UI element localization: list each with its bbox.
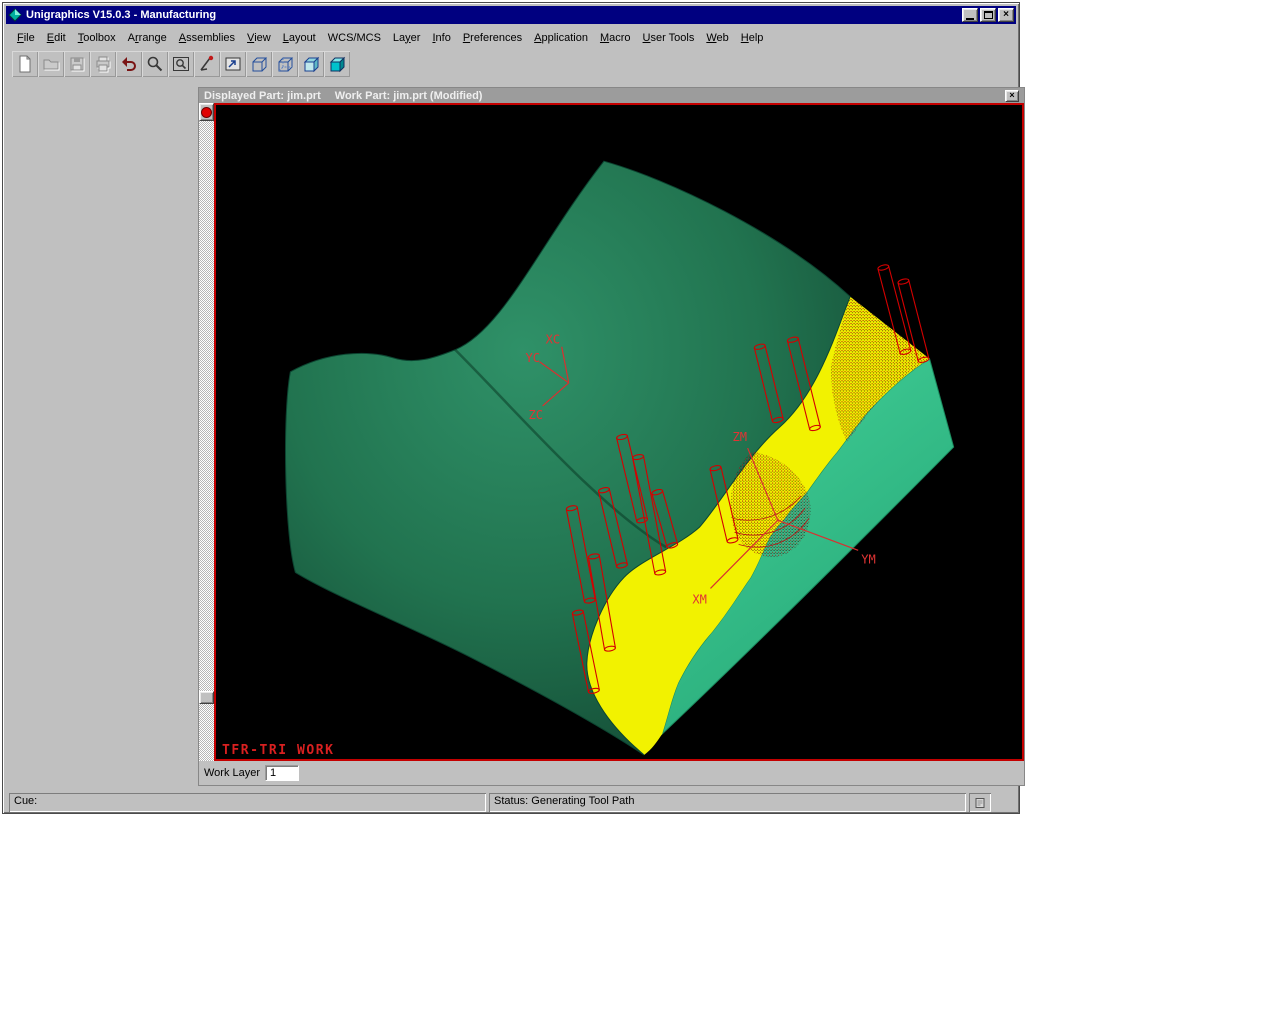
menubar: FileEditToolboxArrangeAssembliesViewLayo…: [11, 28, 1011, 47]
work-layer-label: Work Layer: [204, 767, 260, 779]
wireframe-cube-icon: [249, 54, 269, 74]
close-icon: ×: [1003, 10, 1009, 20]
shaded-cube-button[interactable]: [324, 51, 350, 77]
displayed-part-label: Displayed Part: jim.prt: [204, 90, 321, 102]
hidden-line-cube-button[interactable]: [272, 51, 298, 77]
undo-button[interactable]: [116, 51, 142, 77]
shaded-cube-icon: [327, 54, 347, 74]
undo-icon: [119, 54, 139, 74]
axis-label-yc: YC: [526, 351, 541, 365]
open-part-button[interactable]: [38, 51, 64, 77]
menu-macro[interactable]: Macro: [594, 30, 637, 46]
graphics-scrollbar-track[interactable]: [199, 121, 214, 761]
graphics-viewport[interactable]: XC YC ZC ZM YM XM TFR-TRI WORK: [214, 103, 1024, 761]
cue-field: Cue:: [9, 793, 486, 812]
drafting-tool-icon: [197, 54, 217, 74]
axis-label-zc: ZC: [529, 408, 544, 422]
scene-annotation: TFR-TRI WORK: [222, 743, 334, 758]
menu-arrange[interactable]: Arrange: [122, 30, 173, 46]
minimize-button[interactable]: [962, 8, 978, 22]
menu-layer[interactable]: Layer: [387, 30, 427, 46]
axis-label-xm: XM: [692, 593, 707, 607]
work-layer-input[interactable]: 1: [265, 765, 299, 781]
axis-label-xc: XC: [546, 333, 561, 347]
graphics-window: Displayed Part: jim.prt Work Part: jim.p…: [198, 87, 1025, 786]
zoom-window-button[interactable]: [168, 51, 194, 77]
window-title: Unigraphics V15.0.3 - Manufacturing: [26, 9, 962, 21]
new-part-button[interactable]: [12, 51, 38, 77]
save-part-button[interactable]: [64, 51, 90, 77]
menu-help[interactable]: Help: [735, 30, 770, 46]
menu-file[interactable]: File: [11, 30, 41, 46]
app-logo-icon: [8, 8, 22, 22]
hidden-line-cube-icon: [275, 54, 295, 74]
graphics-scroll-strip: [199, 103, 214, 761]
toolbar: [12, 50, 350, 78]
graphics-titlebar[interactable]: Displayed Part: jim.prt Work Part: jim.p…: [199, 88, 1024, 103]
save-part-icon: [67, 54, 87, 74]
axis-label-zm: ZM: [733, 430, 748, 444]
menu-application[interactable]: Application: [528, 30, 594, 46]
menu-wcs-mcs[interactable]: WCS/MCS: [322, 30, 387, 46]
menu-edit[interactable]: Edit: [41, 30, 72, 46]
menu-preferences[interactable]: Preferences: [457, 30, 528, 46]
minimize-icon: [966, 18, 974, 20]
menu-assemblies[interactable]: Assemblies: [173, 30, 241, 46]
titlebar[interactable]: Unigraphics V15.0.3 - Manufacturing ×: [6, 6, 1016, 24]
axis-label-ym: YM: [861, 552, 876, 566]
stop-icon: [201, 107, 212, 118]
app-window: Unigraphics V15.0.3 - Manufacturing × Fi…: [2, 2, 1020, 814]
menu-user-tools[interactable]: User Tools: [637, 30, 701, 46]
graphics-footer: Work Layer 1: [199, 761, 1024, 785]
status-text: Status: Generating Tool Path: [494, 795, 634, 807]
solid-cube-button[interactable]: [298, 51, 324, 77]
statusbar: Cue: Status: Generating Tool Path: [9, 793, 1013, 812]
graphics-close-icon: ×: [1009, 91, 1014, 100]
zoom-icon: [145, 54, 165, 74]
solid-cube-icon: [301, 54, 321, 74]
zoom-button[interactable]: [142, 51, 168, 77]
drafting-tool-button[interactable]: [194, 51, 220, 77]
interrupt-button[interactable]: [199, 103, 214, 121]
menu-layout[interactable]: Layout: [277, 30, 322, 46]
print-button[interactable]: [90, 51, 116, 77]
graphics-scrollbar-thumb[interactable]: [199, 691, 214, 704]
menu-web[interactable]: Web: [700, 30, 734, 46]
view-orientation-icon: [223, 54, 243, 74]
view-orientation-button[interactable]: [220, 51, 246, 77]
menu-info[interactable]: Info: [426, 30, 456, 46]
cue-label: Cue:: [14, 795, 37, 807]
wireframe-cube-button[interactable]: [246, 51, 272, 77]
menu-view[interactable]: View: [241, 30, 277, 46]
3d-scene[interactable]: XC YC ZC ZM YM XM TFR-TRI WORK: [214, 103, 1024, 761]
new-part-icon: [15, 54, 35, 74]
open-part-icon: [41, 54, 61, 74]
zoom-window-icon: [171, 54, 191, 74]
graphics-close-button[interactable]: ×: [1005, 90, 1019, 102]
maximize-button[interactable]: [980, 8, 996, 22]
window-controls: ×: [962, 8, 1014, 22]
close-button[interactable]: ×: [998, 8, 1014, 22]
status-detail-button[interactable]: [969, 793, 991, 812]
print-icon: [93, 54, 113, 74]
menu-toolbox[interactable]: Toolbox: [72, 30, 122, 46]
maximize-icon: [984, 11, 993, 19]
status-field: Status: Generating Tool Path: [489, 793, 966, 812]
status-detail-icon: [974, 797, 986, 809]
work-part-label: Work Part: jim.prt (Modified): [335, 90, 483, 102]
